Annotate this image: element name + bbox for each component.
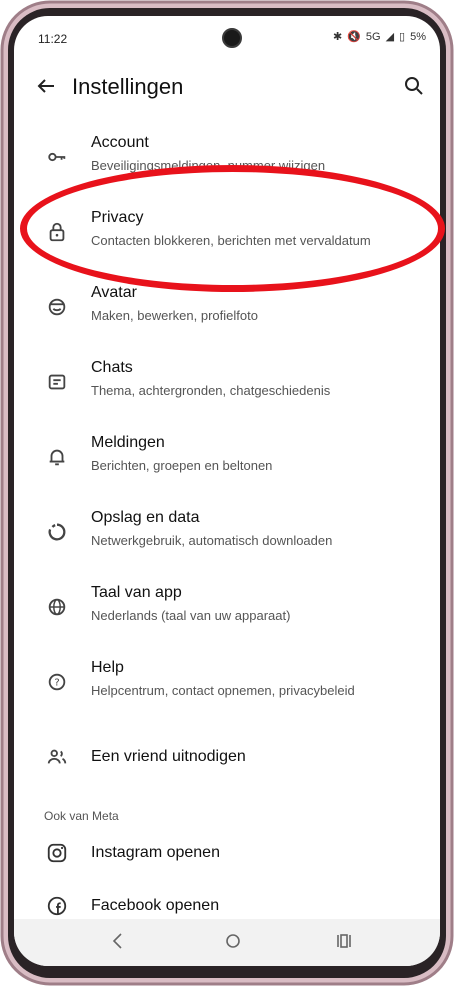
item-subtitle: Nederlands (taal van uw apparaat) [91, 608, 291, 623]
storage-icon [48, 523, 66, 541]
item-subtitle: Thema, achtergronden, chatgeschiedenis [91, 383, 331, 398]
system-nav-bar [14, 919, 440, 966]
status-time: 11:22 [38, 32, 68, 46]
battery-icon: ▯ [399, 31, 406, 43]
front-camera [222, 28, 242, 48]
mute-icon: 🔇 [347, 31, 361, 43]
status-icons: ✱ 🔇 5G ◢ ▯ 5% [332, 30, 426, 44]
item-title: Privacy [91, 209, 144, 226]
item-title: Opslag en data [91, 509, 200, 526]
item-title: Chats [91, 359, 133, 376]
item-subtitle: Beveiligingsmeldingen, nummer wijzigen [91, 158, 326, 173]
item-title: Instagram openen [91, 844, 220, 861]
item-title: Taal van app [91, 584, 182, 601]
lock-icon [49, 222, 65, 242]
settings-item-chats[interactable]: Chats Thema, achtergronden, chatgeschied… [14, 345, 440, 420]
app-bar: Instellingen [14, 64, 440, 112]
bluetooth-icon: ✱ [332, 31, 343, 43]
instagram-icon [47, 843, 67, 863]
search-icon[interactable] [402, 74, 426, 98]
item-subtitle: Maken, bewerken, profielfoto [91, 308, 258, 323]
settings-item-storage[interactable]: Opslag en data Netwerkgebruik, automatis… [14, 495, 440, 570]
page-title: Instellingen [72, 74, 184, 99]
network-label: 5G [365, 30, 381, 43]
settings-item-invite-friend[interactable]: Een vriend uitnodigen [14, 720, 440, 795]
help-icon: ? [48, 673, 66, 691]
settings-list: Account Beveiligingsmeldingen, nummer wi… [14, 120, 440, 795]
item-title: Avatar [91, 284, 137, 301]
avatar-icon [48, 298, 66, 316]
item-subtitle: Berichten, groepen en beltonen [91, 458, 273, 473]
nav-recents-icon[interactable] [332, 929, 356, 953]
item-subtitle: Netwerkgebruik, automatisch downloaden [91, 533, 333, 548]
key-icon [48, 152, 66, 162]
signal-icon: ◢ [385, 31, 395, 43]
back-arrow-icon[interactable] [34, 74, 58, 98]
settings-item-help[interactable]: ? Help Helpcentrum, contact opnemen, pri… [14, 645, 440, 720]
facebook-icon [47, 896, 67, 916]
bell-icon [49, 449, 65, 466]
screen: 11:22 ✱ 🔇 5G ◢ ▯ 5% Instellingen Account… [14, 16, 440, 966]
item-title: Help [91, 659, 124, 676]
status-bar: 11:22 ✱ 🔇 5G ◢ ▯ 5% [14, 16, 440, 60]
item-subtitle: Contacten blokkeren, berichten met verva… [91, 233, 371, 248]
item-title: Facebook openen [91, 897, 220, 914]
battery-level: 5% [410, 30, 426, 43]
item-title: Account [91, 134, 149, 151]
item-subtitle: Helpcentrum, contact opnemen, privacybel… [91, 683, 355, 698]
item-title: Een vriend uitnodigen [91, 748, 246, 765]
chat-icon [48, 374, 66, 390]
svg-text:?: ? [54, 678, 59, 689]
section-label-meta: Ook van Meta [44, 809, 119, 823]
settings-item-avatar[interactable]: Avatar Maken, bewerken, profielfoto [14, 270, 440, 345]
settings-item-account[interactable]: Account Beveiligingsmeldingen, nummer wi… [14, 120, 440, 195]
nav-home-icon[interactable] [221, 929, 245, 953]
item-title: Meldingen [91, 434, 165, 451]
settings-item-notifications[interactable]: Meldingen Berichten, groepen en beltonen [14, 420, 440, 495]
invite-friends-icon [47, 749, 67, 764]
settings-item-language[interactable]: Taal van app Nederlands (taal van uw app… [14, 570, 440, 645]
settings-item-privacy[interactable]: Privacy Contacten blokkeren, berichten m… [14, 195, 440, 270]
nav-back-icon[interactable] [106, 929, 130, 953]
globe-icon [48, 598, 66, 616]
meta-item-instagram[interactable]: Instagram openen [14, 832, 440, 876]
